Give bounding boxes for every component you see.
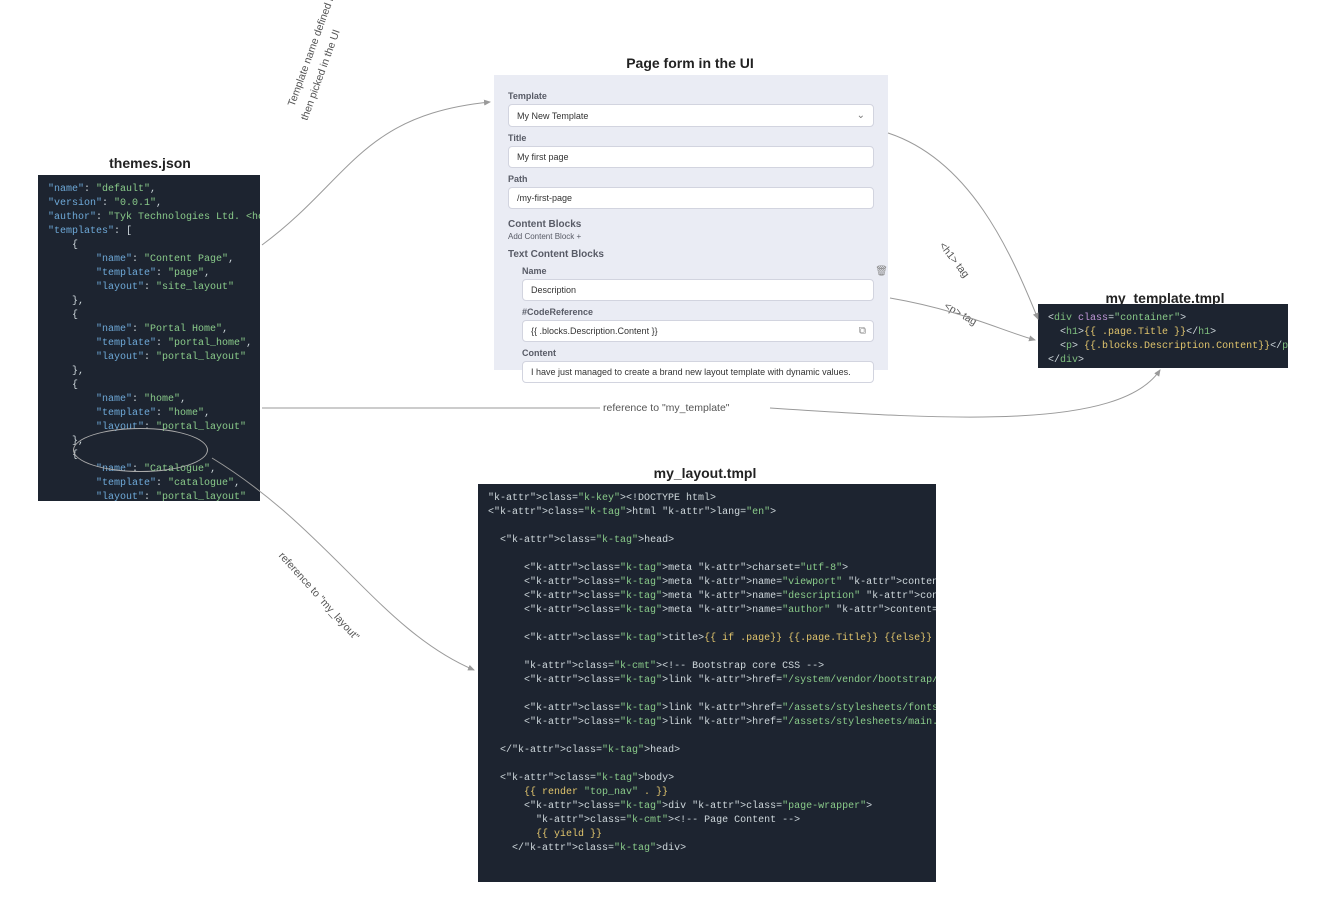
- content-value: I have just managed to create a brand ne…: [531, 367, 851, 377]
- my-template-code: <div class="container"> <h1>{{ .page.Tit…: [1038, 304, 1288, 368]
- page-form: Template My New Template ⌄ Title My firs…: [494, 75, 888, 370]
- path-value: /my-first-page: [517, 193, 572, 203]
- layout-title: my_layout.tmpl: [600, 465, 810, 481]
- title-input[interactable]: My first page: [508, 146, 874, 168]
- content-label: Content: [522, 348, 874, 358]
- copy-icon[interactable]: ⧉: [859, 326, 866, 337]
- template-select[interactable]: My New Template ⌄: [508, 104, 874, 127]
- name-label: Name: [522, 266, 874, 276]
- annot-ref-layout: reference to "my_layout": [276, 550, 361, 643]
- path-label: Path: [508, 174, 874, 184]
- add-content-block-link[interactable]: Add Content Block +: [508, 232, 874, 241]
- themes-json-code: "name": "default", "version": "0.0.1", "…: [38, 175, 260, 501]
- title-value: My first page: [517, 152, 569, 162]
- coderef-input[interactable]: {{ .blocks.Description.Content }}: [522, 320, 874, 342]
- content-blocks-heading: Content Blocks: [508, 219, 874, 230]
- template-select-value: My New Template: [517, 111, 588, 121]
- title-label: Title: [508, 133, 874, 143]
- name-value: Description: [531, 285, 576, 295]
- text-content-blocks-heading: Text Content Blocks: [508, 249, 874, 260]
- themes-json-title: themes.json: [60, 155, 240, 171]
- trash-icon[interactable]: 🗑: [875, 266, 888, 277]
- chevron-down-icon: ⌄: [857, 110, 865, 121]
- annot-h1: <h1> tag: [937, 240, 972, 280]
- form-title: Page form in the UI: [560, 55, 820, 71]
- name-input[interactable]: Description: [522, 279, 874, 301]
- annot-ref-template: reference to "my_template": [603, 402, 730, 414]
- my-layout-code: "k-attr">class="k-key"><!DOCTYPE html> <…: [478, 484, 936, 882]
- coderef-label: #CodeReference: [522, 307, 874, 317]
- path-input[interactable]: /my-first-page: [508, 187, 874, 209]
- coderef-value: {{ .blocks.Description.Content }}: [531, 326, 658, 336]
- annot-p: <p> tag: [942, 300, 979, 328]
- content-input[interactable]: I have just managed to create a brand ne…: [522, 361, 874, 383]
- template-label: Template: [508, 91, 874, 101]
